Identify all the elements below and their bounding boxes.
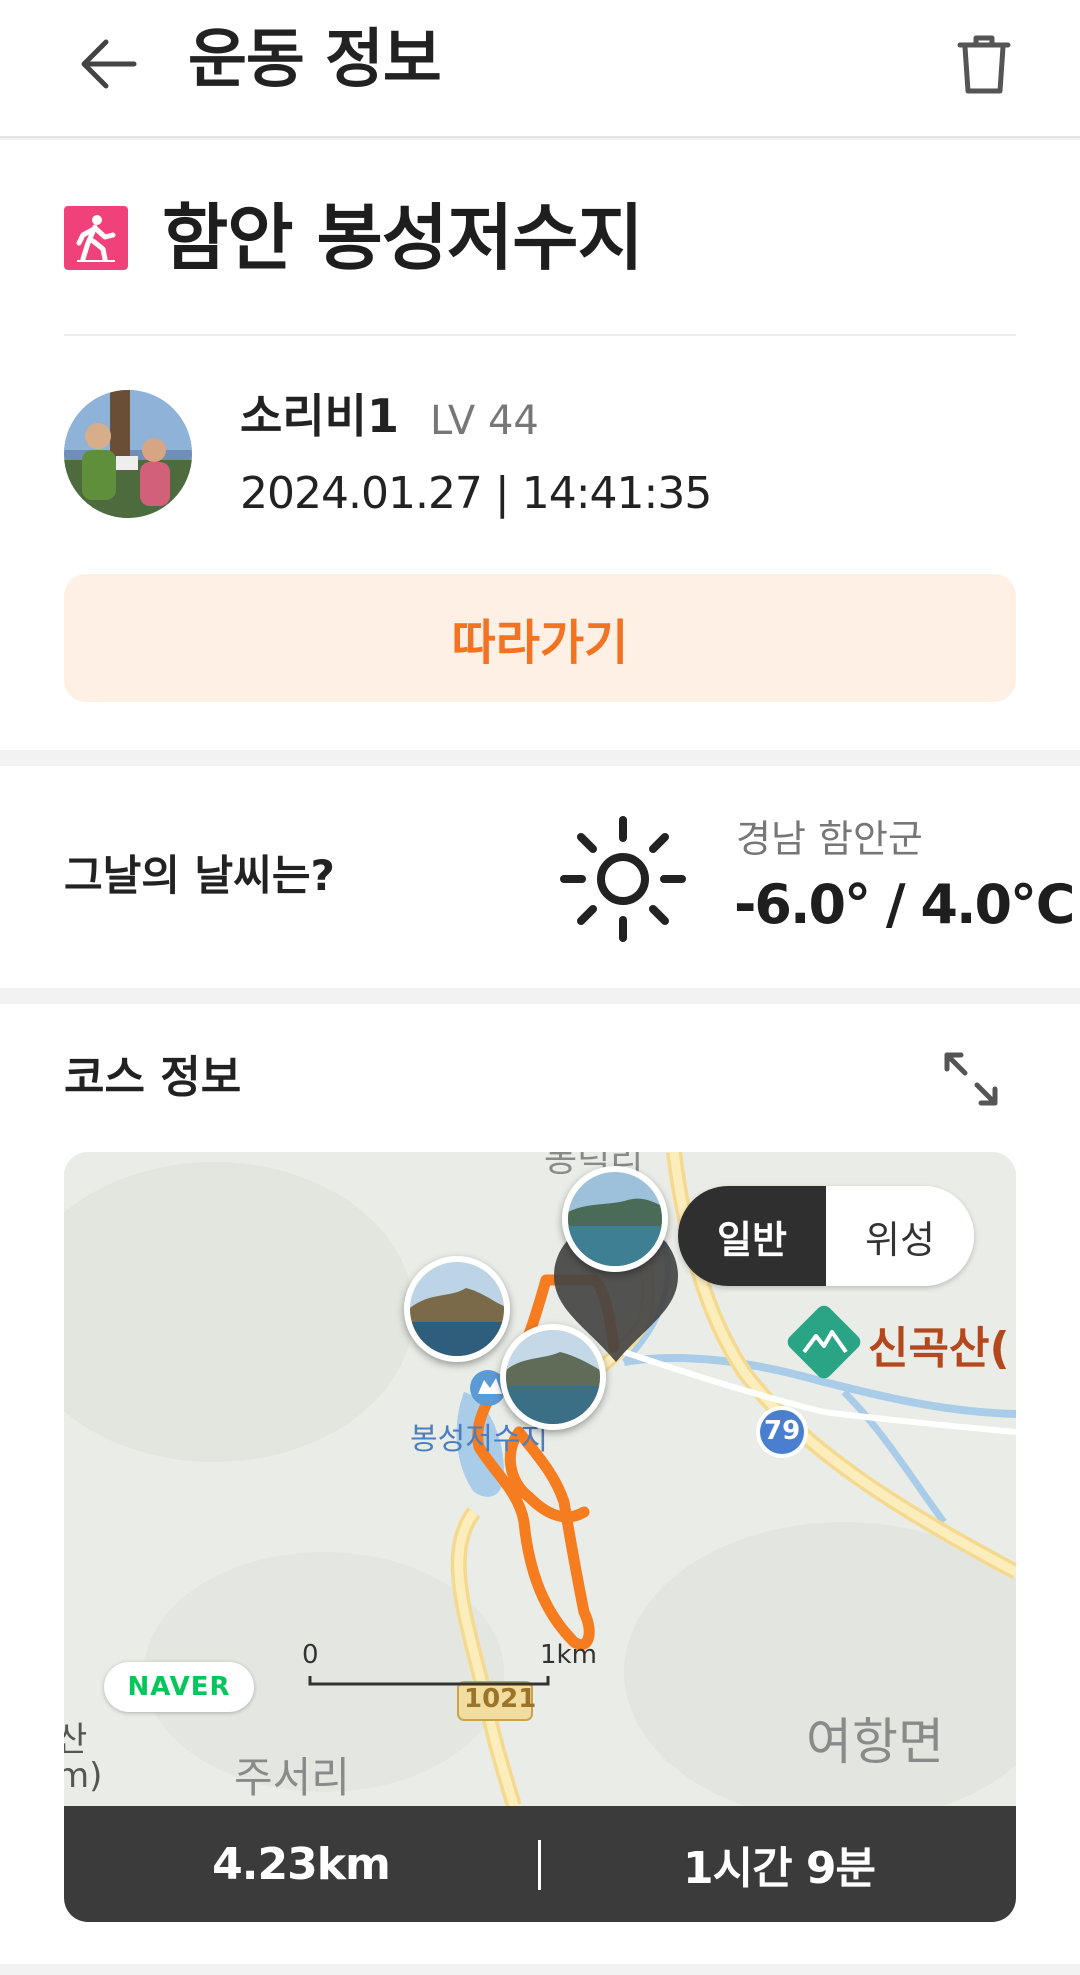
activity-card: 함안 봉성저수지 소리비1 LV 44 2024.01.27 | 14:41:3… <box>0 140 1080 750</box>
course-heading: 코스 정보 <box>64 1052 242 1103</box>
app-bar: 운동 정보 <box>0 0 1080 138</box>
expand-icon <box>944 1052 998 1106</box>
activity-datetime: 2024.01.27 | 14:41:35 <box>240 468 712 519</box>
weather-region: 경남 함안군 <box>736 817 923 861</box>
course-card: 코스 정보 봉덕리 신곡산(봉성저수지 79 1021 0 1km 여항면 주… <box>0 1004 1080 1964</box>
photo-marker[interactable] <box>562 1166 668 1272</box>
follow-button[interactable]: 따라가기 <box>64 574 1016 702</box>
back-button[interactable] <box>72 28 144 100</box>
sun-icon <box>560 816 686 942</box>
weather-temperature: -6.0° / 4.0℃ <box>734 873 1075 936</box>
map-label-route-79: 79 <box>764 1416 801 1446</box>
map-type-toggle: 일반 위성 <box>678 1186 974 1286</box>
toggle-normal[interactable]: 일반 <box>678 1186 826 1286</box>
arrow-left-icon <box>81 39 137 89</box>
map-label-left-edge-1: 산 <box>64 1720 88 1760</box>
photo-marker[interactable] <box>500 1324 606 1430</box>
map-label-mountain: 신곡산( <box>868 1323 1010 1374</box>
toggle-satellite[interactable]: 위성 <box>826 1186 974 1286</box>
expand-button[interactable] <box>940 1048 1002 1110</box>
weather-question: 그날의 날씨는? <box>64 851 335 900</box>
user-level: LV 44 <box>430 398 539 444</box>
map-label-left-edge-2: m) <box>64 1756 103 1796</box>
trash-icon <box>957 35 1011 94</box>
username: 소리비1 <box>240 389 399 443</box>
map-scale-zero: 0 <box>302 1640 319 1670</box>
walking-person-icon <box>64 206 128 270</box>
divider <box>64 334 1016 336</box>
course-stats-bar: 4.23km 1시간 9분 <box>64 1806 1016 1922</box>
distance-value: 4.23km <box>212 1838 391 1890</box>
stats-divider <box>538 1840 541 1890</box>
naver-logo: NAVER <box>104 1662 254 1712</box>
course-title: 함안 봉성저수지 <box>162 196 644 280</box>
course-map[interactable]: 봉덕리 신곡산( 봉성저수지 79 1021 0 1km 여항면 주서리 산 m… <box>64 1152 1016 1806</box>
map-label-route-1021: 1021 <box>464 1684 537 1714</box>
avatar[interactable] <box>64 390 192 518</box>
map-scale-km: 1km <box>540 1640 597 1670</box>
map-label-village-bottom: 주서리 <box>234 1753 350 1802</box>
page-title: 운동 정보 <box>188 23 442 97</box>
delete-button[interactable] <box>946 26 1022 102</box>
photo-marker[interactable] <box>404 1256 510 1362</box>
map-label-town: 여항면 <box>806 1713 944 1771</box>
duration-value: 1시간 9분 <box>683 1843 876 1894</box>
weather-card: 그날의 날씨는? 경남 함안군 -6.0° / 4.0℃ <box>0 766 1080 988</box>
